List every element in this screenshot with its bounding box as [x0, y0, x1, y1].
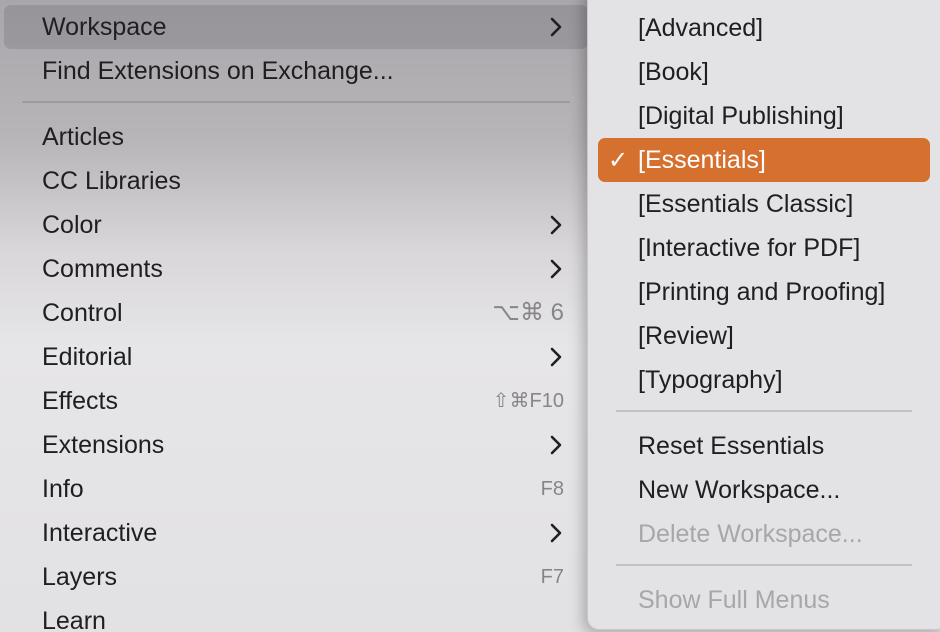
- menu-item-control[interactable]: Control ⌥⌘ 6: [4, 291, 588, 335]
- submenu-item-label: [Interactive for PDF]: [638, 234, 861, 262]
- submenu-item-label: Reset Essentials: [638, 432, 825, 460]
- submenu-item-label: Delete Workspace...: [638, 520, 863, 548]
- keyboard-shortcut: F7: [540, 566, 564, 588]
- submenu-item-interactive-for-pdf[interactable]: [Interactive for PDF]: [598, 226, 930, 270]
- menu-item-label: Color: [42, 211, 102, 239]
- chevron-right-icon: [550, 259, 562, 279]
- menu-item-info[interactable]: Info F8: [4, 467, 588, 511]
- menu-separator: [616, 410, 912, 412]
- submenu-item-new-workspace[interactable]: New Workspace...: [598, 468, 930, 512]
- menu-item-label: Find Extensions on Exchange...: [42, 57, 394, 85]
- menu-item-label: Learn: [42, 607, 106, 632]
- menu-item-editorial[interactable]: Editorial: [4, 335, 588, 379]
- submenu-item-label: [Digital Publishing]: [638, 102, 844, 130]
- menu-separator: [22, 101, 570, 103]
- window-menu: Workspace Find Extensions on Exchange...…: [0, 0, 592, 632]
- menu-item-label: Layers: [42, 563, 118, 591]
- submenu-item-digital-publishing[interactable]: [Digital Publishing]: [598, 94, 930, 138]
- menu-item-label: Workspace: [42, 13, 167, 41]
- submenu-item-label: [Essentials Classic]: [638, 190, 854, 218]
- submenu-item-label: [Typography]: [638, 366, 783, 394]
- submenu-item-label: New Workspace...: [638, 476, 841, 504]
- submenu-item-review[interactable]: [Review]: [598, 314, 930, 358]
- workspace-submenu: [Advanced] [Book] [Digital Publishing] ✓…: [587, 0, 940, 630]
- submenu-item-label: [Printing and Proofing]: [638, 278, 886, 306]
- chevron-right-icon: [550, 435, 562, 455]
- menu-separator: [616, 564, 912, 566]
- menu-item-label: Editorial: [42, 343, 133, 371]
- submenu-item-label: [Review]: [638, 322, 734, 350]
- menu-item-label: Comments: [42, 255, 163, 283]
- submenu-item-reset-essentials[interactable]: Reset Essentials: [598, 424, 930, 468]
- keyboard-shortcut: ⇧⌘F10: [492, 390, 564, 412]
- chevron-right-icon: [550, 215, 562, 235]
- menu-item-label: Articles: [42, 123, 124, 151]
- menu-item-interactive[interactable]: Interactive: [4, 511, 588, 555]
- menu-item-layers[interactable]: Layers F7: [4, 555, 588, 599]
- menu-item-cc-libraries[interactable]: CC Libraries: [4, 159, 588, 203]
- menu-item-find-extensions[interactable]: Find Extensions on Exchange...: [4, 49, 588, 93]
- menu-item-label: Info: [42, 475, 84, 503]
- submenu-item-typography[interactable]: [Typography]: [598, 358, 930, 402]
- menu-item-label: CC Libraries: [42, 167, 181, 195]
- chevron-right-icon: [550, 347, 562, 367]
- menu-item-label: Effects: [42, 387, 118, 415]
- menu-item-color[interactable]: Color: [4, 203, 588, 247]
- menu-item-effects[interactable]: Effects ⇧⌘F10: [4, 379, 588, 423]
- chevron-right-icon: [550, 523, 562, 543]
- submenu-item-label: Show Full Menus: [638, 586, 830, 614]
- chevron-right-icon: [550, 17, 562, 37]
- submenu-item-label: [Book]: [638, 58, 709, 86]
- submenu-item-essentials-classic[interactable]: [Essentials Classic]: [598, 182, 930, 226]
- menu-item-learn[interactable]: Learn: [4, 599, 588, 632]
- menu-item-label: Interactive: [42, 519, 158, 547]
- submenu-item-printing-and-proofing[interactable]: [Printing and Proofing]: [598, 270, 930, 314]
- menu-item-comments[interactable]: Comments: [4, 247, 588, 291]
- submenu-item-book[interactable]: [Book]: [598, 50, 930, 94]
- menu-item-workspace[interactable]: Workspace: [4, 5, 588, 49]
- menu-item-label: Control: [42, 299, 123, 327]
- keyboard-shortcut: ⌥⌘ 6: [492, 299, 564, 326]
- menu-item-extensions[interactable]: Extensions: [4, 423, 588, 467]
- submenu-item-label: [Essentials]: [638, 146, 766, 174]
- submenu-item-label: [Advanced]: [638, 14, 764, 42]
- checkmark-icon: ✓: [608, 146, 629, 174]
- keyboard-shortcut: F8: [540, 478, 564, 500]
- submenu-item-advanced[interactable]: [Advanced]: [598, 6, 930, 50]
- submenu-item-delete-workspace: Delete Workspace...: [598, 512, 930, 556]
- submenu-item-show-full-menus: Show Full Menus: [598, 578, 930, 622]
- menu-item-articles[interactable]: Articles: [4, 115, 588, 159]
- menu-item-label: Extensions: [42, 431, 165, 459]
- submenu-item-essentials[interactable]: ✓ [Essentials]: [598, 138, 930, 182]
